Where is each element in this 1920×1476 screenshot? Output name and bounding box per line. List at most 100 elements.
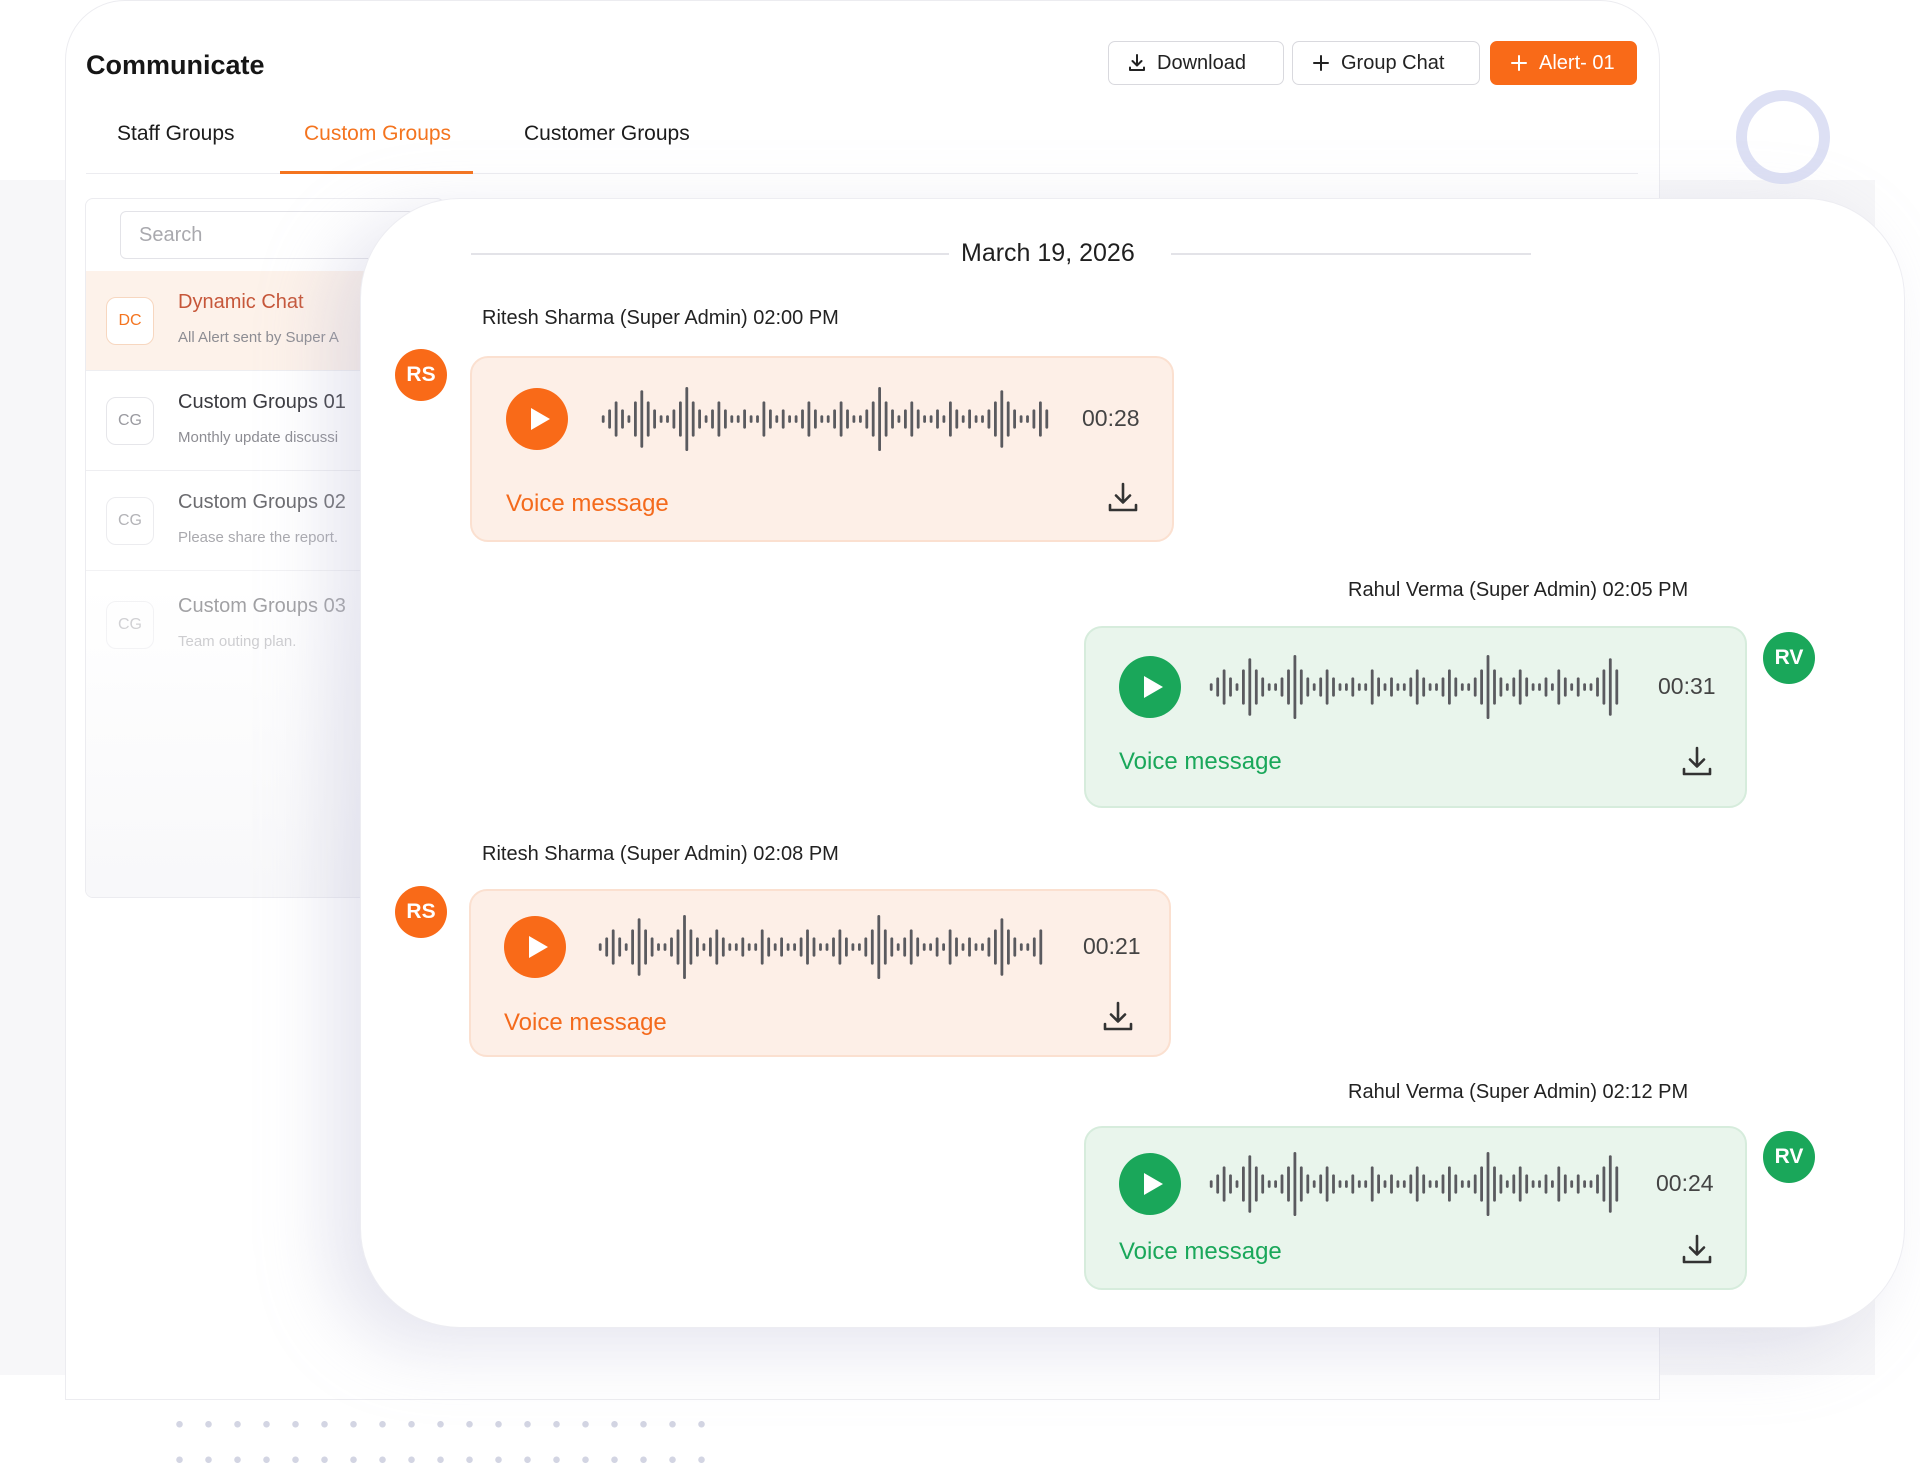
waveform-bar — [621, 409, 624, 429]
list-item-title: Dynamic Chat — [178, 291, 304, 313]
waveform-bar — [968, 409, 971, 429]
play-button[interactable] — [506, 388, 568, 450]
waveform-bar — [1480, 1166, 1483, 1202]
waveform-bar — [897, 415, 901, 423]
waveform-bar — [1013, 409, 1016, 429]
tab-bar: Staff Groups Custom Groups Customer Grou… — [86, 112, 1638, 174]
waveform-bar — [1615, 669, 1619, 705]
waveform-bar — [1364, 1180, 1368, 1188]
waveform-bar — [1325, 1166, 1329, 1202]
waveform-bar — [923, 415, 926, 423]
waveform-bar — [762, 401, 766, 437]
list-item-subtitle: All Alert sent by Super A — [178, 329, 339, 346]
waveform — [1209, 1152, 1619, 1216]
waveform-bar — [936, 409, 939, 429]
waveform-bar — [1615, 1166, 1619, 1202]
waveform-bar — [634, 401, 637, 437]
waveform-bar — [961, 943, 965, 951]
waveform-bar — [1460, 683, 1464, 691]
waveform-bar — [1325, 669, 1329, 705]
waveform-bar — [1222, 1166, 1226, 1202]
waveform-bar — [1422, 1174, 1426, 1194]
waveform-bar — [1209, 683, 1213, 691]
waveform-bar — [916, 409, 920, 429]
waveform-bar — [878, 387, 881, 451]
waveform-bar — [1544, 1174, 1548, 1194]
page-title: Communicate — [86, 50, 265, 80]
waveform — [1209, 655, 1619, 719]
tab-customer-groups[interactable]: Customer Groups — [524, 122, 690, 174]
waveform-bar — [1267, 683, 1271, 691]
download-icon[interactable] — [1106, 480, 1140, 514]
waveform-bar — [1486, 655, 1490, 719]
download-icon[interactable] — [1101, 999, 1135, 1033]
play-button[interactable] — [504, 916, 566, 978]
tab-custom-groups[interactable]: Custom Groups — [279, 122, 474, 174]
download-icon[interactable] — [1680, 1232, 1714, 1266]
play-button[interactable] — [1119, 656, 1181, 718]
waveform-bar — [1332, 1174, 1335, 1194]
waveform-bar — [749, 415, 753, 423]
waveform-bar — [1505, 683, 1509, 691]
waveform-bar — [1493, 669, 1496, 705]
waveform-bar — [1589, 683, 1593, 691]
waveform-bar — [1602, 669, 1606, 705]
waveform-bar — [1306, 677, 1310, 697]
alert-button[interactable]: Alert- 01 — [1490, 41, 1637, 85]
group-chat-button-label: Group Chat — [1341, 51, 1445, 74]
waveform-bar — [734, 943, 738, 951]
waveform-bar — [601, 415, 605, 423]
waveform-bar — [1000, 918, 1004, 976]
waveform-bar — [691, 401, 695, 437]
divider-line — [1171, 253, 1531, 255]
waveform-bar — [793, 943, 796, 951]
waveform-bar — [1235, 683, 1239, 691]
play-icon — [1143, 1173, 1163, 1195]
waveform-bar — [1422, 677, 1426, 697]
list-item-subtitle: Monthly update discussi — [178, 429, 339, 446]
waveform-bar — [1248, 1155, 1252, 1213]
tab-staff-groups[interactable]: Staff Groups — [117, 122, 235, 174]
voice-message-bubble: 00:24 Voice message — [1084, 1126, 1747, 1290]
waveform-bar — [741, 937, 745, 957]
list-item-subtitle: Team outing plan. — [178, 633, 297, 650]
waveform-bar — [780, 937, 783, 957]
waveform-bar — [955, 937, 958, 957]
waveform-bar — [1287, 1166, 1290, 1202]
play-button[interactable] — [1119, 1153, 1181, 1215]
avatar: RS — [395, 886, 447, 938]
waveform-bar — [1551, 683, 1554, 691]
waveform-bar — [1454, 677, 1458, 697]
date-divider: March 19, 2026 — [471, 239, 1531, 269]
waveform-bar — [1467, 1180, 1471, 1188]
waveform-bar — [730, 415, 734, 423]
list-item-title: Custom Groups 02 — [178, 491, 346, 513]
waveform-bar — [929, 415, 933, 423]
avatar: RS — [395, 349, 447, 401]
waveform — [598, 915, 1043, 979]
waveform-bar — [859, 415, 862, 423]
download-button[interactable]: Download — [1108, 41, 1284, 85]
download-icon[interactable] — [1680, 744, 1714, 778]
waveform-bar — [916, 937, 920, 957]
waveform-bar — [1229, 677, 1232, 697]
waveform-bar — [1261, 677, 1265, 697]
waveform-bar — [858, 943, 861, 951]
waveform-bar — [1319, 677, 1323, 697]
waveform-bar — [825, 943, 829, 951]
download-icon — [1129, 54, 1145, 71]
waveform-bar — [1570, 1180, 1574, 1188]
waveform-bar — [1499, 1174, 1503, 1194]
waveform-bar — [614, 401, 618, 437]
waveform-bar — [851, 943, 855, 951]
waveform-bar — [1518, 1166, 1522, 1202]
waveform-bar — [948, 929, 952, 965]
waveform-bar — [1493, 1166, 1496, 1202]
waveform-bar — [870, 929, 874, 965]
waveform-bar — [1383, 1180, 1387, 1188]
waveform-bar — [1242, 669, 1245, 705]
waveform-bar — [1019, 415, 1023, 423]
group-chat-button[interactable]: Group Chat — [1292, 41, 1480, 85]
waveform-bar — [1551, 1180, 1554, 1188]
waveform-bar — [909, 929, 913, 965]
